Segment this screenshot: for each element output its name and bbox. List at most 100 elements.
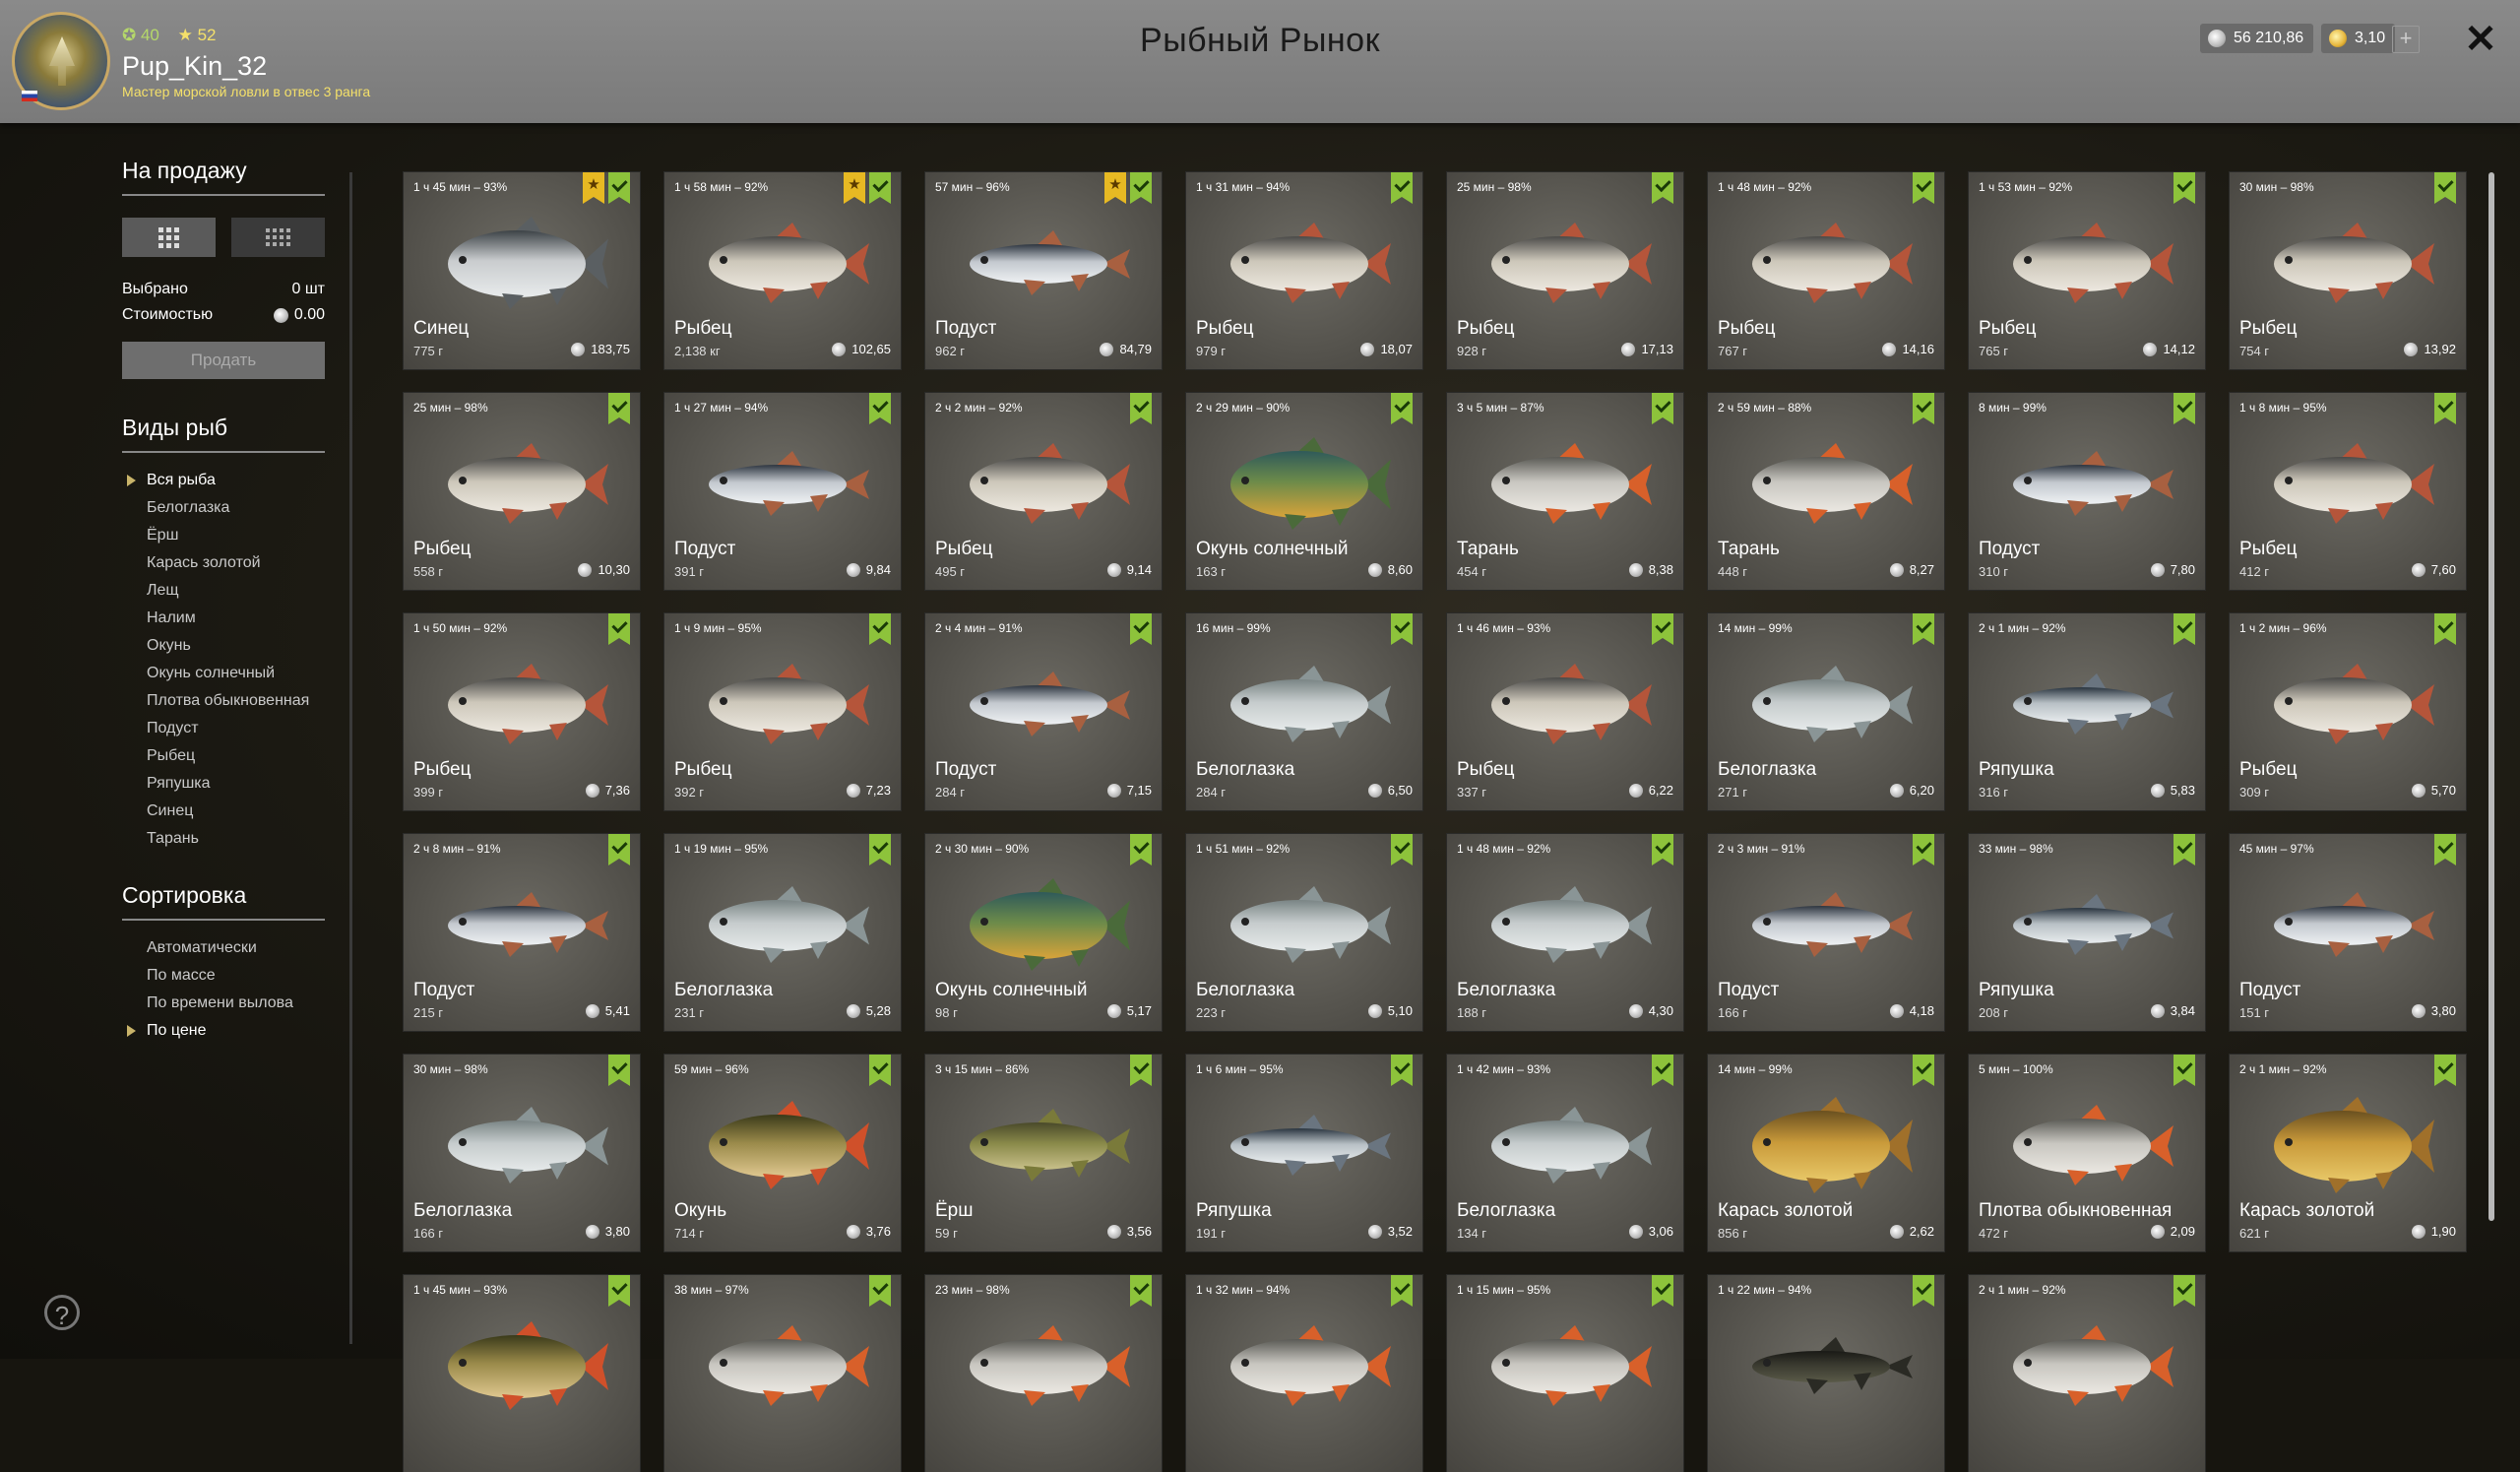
selected-check-icon[interactable] [1130, 834, 1152, 865]
selected-check-icon[interactable] [1652, 613, 1673, 645]
selected-check-icon[interactable] [1913, 613, 1934, 645]
fish-card[interactable]: 2 ч 59 мин – 88% Тарань 448 г 8,27 [1708, 393, 1944, 590]
favorite-star-icon[interactable] [844, 172, 865, 204]
species-item[interactable]: Рыбец [122, 742, 325, 770]
selected-check-icon[interactable] [1652, 172, 1673, 204]
species-item[interactable]: Налим [122, 605, 325, 632]
species-item[interactable]: Ёрш [122, 522, 325, 549]
fish-card[interactable]: 1 ч 45 мин – 93% Синец 775 г 183,75 [404, 172, 640, 369]
species-item[interactable]: Карась золотой [122, 549, 325, 577]
selected-check-icon[interactable] [1652, 1055, 1673, 1086]
selected-check-icon[interactable] [2434, 172, 2456, 204]
fish-card[interactable]: 30 мин – 98% Белоглазка 166 г 3,80 [404, 1055, 640, 1251]
fish-card[interactable]: 3 ч 15 мин – 86% Ёрш 59 г 3,56 [925, 1055, 1162, 1251]
fish-card[interactable]: 23 мин – 98% [925, 1275, 1162, 1472]
fish-card[interactable]: 1 ч 46 мин – 93% Рыбец 337 г 6,22 [1447, 613, 1683, 810]
selected-check-icon[interactable] [1913, 172, 1934, 204]
fish-card[interactable]: 33 мин – 98% Ряпушка 208 г 3,84 [1969, 834, 2205, 1031]
fish-card[interactable]: 30 мин – 98% Рыбец 754 г 13,92 [2230, 172, 2466, 369]
fish-card[interactable]: 1 ч 58 мин – 92% Рыбец 2,138 кг 102,65 [664, 172, 901, 369]
selected-check-icon[interactable] [1391, 1055, 1413, 1086]
fish-card[interactable]: 2 ч 1 мин – 92% Карась золотой 621 г 1,90 [2230, 1055, 2466, 1251]
species-item[interactable]: Окунь солнечный [122, 660, 325, 687]
selected-check-icon[interactable] [2174, 1275, 2195, 1307]
help-icon[interactable]: ? [44, 1295, 80, 1330]
selected-check-icon[interactable] [2174, 834, 2195, 865]
selected-check-icon[interactable] [1913, 834, 1934, 865]
fish-card[interactable]: 2 ч 30 мин – 90% Окунь солнечный 98 г 5,17 [925, 834, 1162, 1031]
fish-card[interactable]: 2 ч 4 мин – 91% Подуст 284 г 7,15 [925, 613, 1162, 810]
fish-card[interactable]: 1 ч 9 мин – 95% Рыбец 392 г 7,23 [664, 613, 901, 810]
fish-card[interactable]: 14 мин – 99% Белоглазка 271 г 6,20 [1708, 613, 1944, 810]
selected-check-icon[interactable] [2174, 393, 2195, 424]
selected-check-icon[interactable] [2434, 834, 2456, 865]
selected-check-icon[interactable] [2434, 1055, 2456, 1086]
selected-check-icon[interactable] [2434, 613, 2456, 645]
selected-check-icon[interactable] [869, 613, 891, 645]
selected-check-icon[interactable] [608, 172, 630, 204]
fish-card[interactable]: 2 ч 8 мин – 91% Подуст 215 г 5,41 [404, 834, 640, 1031]
fish-card[interactable]: 1 ч 45 мин – 93% [404, 1275, 640, 1472]
selected-check-icon[interactable] [1913, 393, 1934, 424]
fish-card[interactable]: 1 ч 15 мин – 95% [1447, 1275, 1683, 1472]
fish-card[interactable]: 3 ч 5 мин – 87% Тарань 454 г 8,38 [1447, 393, 1683, 590]
fish-card[interactable]: 1 ч 19 мин – 95% Белоглазка 231 г 5,28 [664, 834, 901, 1031]
fish-card[interactable]: 1 ч 32 мин – 94% [1186, 1275, 1422, 1472]
selected-check-icon[interactable] [2174, 172, 2195, 204]
species-item[interactable]: Лещ [122, 577, 325, 605]
selected-check-icon[interactable] [1391, 172, 1413, 204]
selected-check-icon[interactable] [1130, 1055, 1152, 1086]
fish-card[interactable]: 1 ч 48 мин – 92% Рыбец 767 г 14,16 [1708, 172, 1944, 369]
fish-card[interactable]: 1 ч 42 мин – 93% Белоглазка 134 г 3,06 [1447, 1055, 1683, 1251]
favorite-star-icon[interactable] [583, 172, 604, 204]
fish-card[interactable]: 2 ч 1 мин – 92% [1969, 1275, 2205, 1472]
selected-check-icon[interactable] [608, 1275, 630, 1307]
fish-card[interactable]: 59 мин – 96% Окунь 714 г 3,76 [664, 1055, 901, 1251]
sort-option[interactable]: Автоматически [122, 934, 325, 962]
selected-check-icon[interactable] [2174, 1055, 2195, 1086]
selected-check-icon[interactable] [2174, 613, 2195, 645]
fish-card[interactable]: 1 ч 2 мин – 96% Рыбец 309 г 5,70 [2230, 613, 2466, 810]
sort-option[interactable]: По цене [122, 1017, 325, 1045]
selected-check-icon[interactable] [1391, 613, 1413, 645]
selected-check-icon[interactable] [1913, 1055, 1934, 1086]
favorite-star-icon[interactable] [1104, 172, 1126, 204]
fish-card[interactable]: 16 мин – 99% Белоглазка 284 г 6,50 [1186, 613, 1422, 810]
fish-card[interactable]: 25 мин – 98% Рыбец 928 г 17,13 [1447, 172, 1683, 369]
fish-card[interactable]: 1 ч 6 мин – 95% Ряпушка 191 г 3,52 [1186, 1055, 1422, 1251]
fish-card[interactable]: 25 мин – 98% Рыбец 558 г 10,30 [404, 393, 640, 590]
fish-card[interactable]: 2 ч 1 мин – 92% Ряпушка 316 г 5,83 [1969, 613, 2205, 810]
species-item[interactable]: Синец [122, 798, 325, 825]
selected-check-icon[interactable] [1652, 393, 1673, 424]
selected-check-icon[interactable] [1652, 1275, 1673, 1307]
selected-check-icon[interactable] [869, 1055, 891, 1086]
fish-card[interactable]: 1 ч 50 мин – 92% Рыбец 399 г 7,36 [404, 613, 640, 810]
species-item[interactable]: Ряпушка [122, 770, 325, 798]
fish-card[interactable]: 2 ч 2 мин – 92% Рыбец 495 г 9,14 [925, 393, 1162, 590]
grid-scrollbar[interactable] [2488, 172, 2494, 1221]
fish-card[interactable]: 1 ч 22 мин – 94% [1708, 1275, 1944, 1472]
selected-check-icon[interactable] [1391, 393, 1413, 424]
fish-card[interactable]: 1 ч 53 мин – 92% Рыбец 765 г 14,12 [1969, 172, 2205, 369]
selected-check-icon[interactable] [1130, 393, 1152, 424]
fish-card[interactable]: 45 мин – 97% Подуст 151 г 3,80 [2230, 834, 2466, 1031]
small-grid-view-button[interactable] [231, 218, 325, 257]
selected-check-icon[interactable] [1130, 613, 1152, 645]
selected-check-icon[interactable] [1652, 834, 1673, 865]
selected-check-icon[interactable] [869, 1275, 891, 1307]
selected-check-icon[interactable] [608, 393, 630, 424]
fish-card[interactable]: 1 ч 8 мин – 95% Рыбец 412 г 7,60 [2230, 393, 2466, 590]
fish-card[interactable]: 5 мин – 100% Плотва обыкновенная 472 г 2,09 [1969, 1055, 2205, 1251]
selected-check-icon[interactable] [1391, 834, 1413, 865]
large-grid-view-button[interactable] [122, 218, 216, 257]
fish-card[interactable]: 1 ч 48 мин – 92% Белоглазка 188 г 4,30 [1447, 834, 1683, 1031]
species-item[interactable]: Плотва обыкновенная [122, 687, 325, 715]
selected-check-icon[interactable] [1130, 172, 1152, 204]
selected-check-icon[interactable] [608, 1055, 630, 1086]
fish-card[interactable]: 2 ч 3 мин – 91% Подуст 166 г 4,18 [1708, 834, 1944, 1031]
fish-card[interactable]: 14 мин – 99% Карась золотой 856 г 2,62 [1708, 1055, 1944, 1251]
fish-card[interactable]: 8 мин – 99% Подуст 310 г 7,80 [1969, 393, 2205, 590]
selected-check-icon[interactable] [1913, 1275, 1934, 1307]
species-item[interactable]: Подуст [122, 715, 325, 742]
fish-card[interactable]: 57 мин – 96% Подуст 962 г 84,79 [925, 172, 1162, 369]
